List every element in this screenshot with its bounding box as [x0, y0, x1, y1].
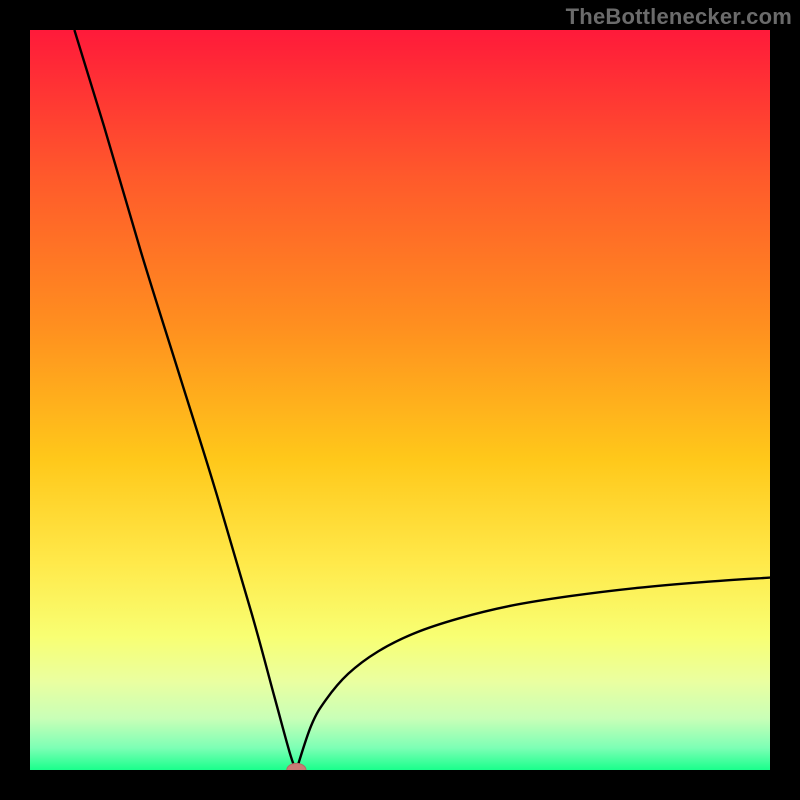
chart-frame	[30, 30, 770, 770]
bottleneck-chart	[30, 30, 770, 770]
chart-background	[30, 30, 770, 770]
watermark-text: TheBottlenecker.com	[566, 4, 792, 30]
